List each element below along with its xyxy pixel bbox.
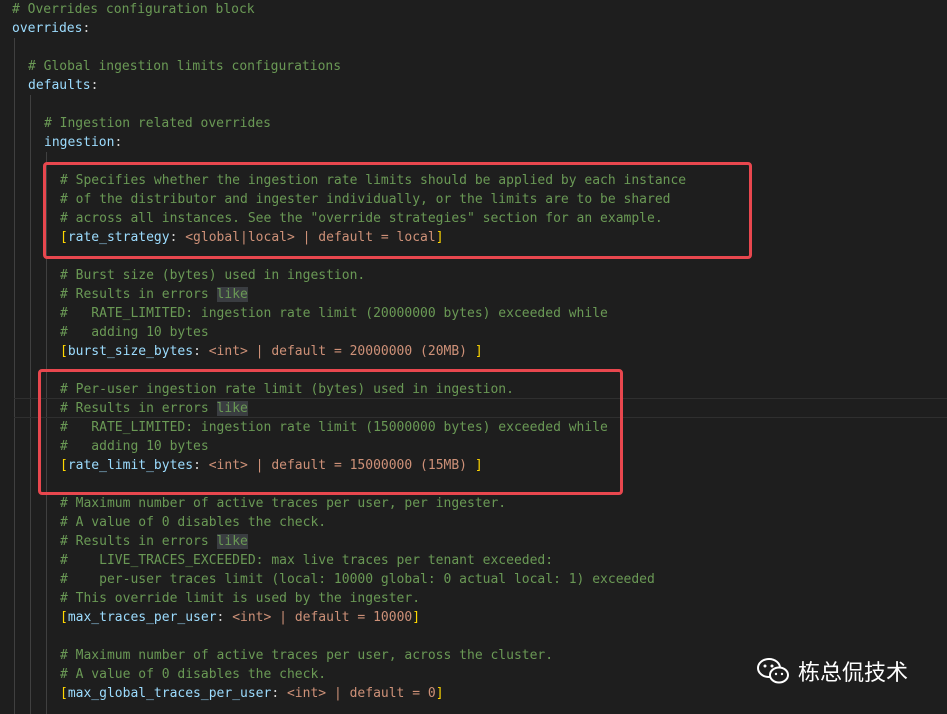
comment: # per-user traces limit (local: 10000 gl… bbox=[60, 572, 655, 587]
code-line: # RATE_LIMITED: ingestion rate limit (20… bbox=[60, 304, 608, 323]
search-match: like bbox=[216, 287, 248, 302]
colon: : bbox=[90, 78, 99, 93]
code-line: # Burst size (bytes) used in ingestion. bbox=[60, 266, 365, 285]
code-line: # Maximum number of active traces per us… bbox=[60, 494, 506, 513]
highlight-box-rate-strategy bbox=[43, 162, 752, 259]
yaml-key: burst_size_bytes bbox=[67, 344, 194, 359]
bracket: ] bbox=[435, 686, 444, 701]
yaml-key: max_global_traces_per_user bbox=[67, 686, 272, 701]
yaml-key: ingestion bbox=[44, 135, 115, 150]
yaml-value: <int> | default = 10000 bbox=[232, 610, 413, 625]
comment: # A value of 0 disables the check. bbox=[60, 515, 327, 530]
comment: # RATE_LIMITED: ingestion rate limit (20… bbox=[60, 306, 608, 321]
bracket: ] bbox=[412, 610, 421, 625]
code-line: # Ingestion related overrides bbox=[44, 114, 271, 133]
yaml-value: <int> | default = 20000000 (20MB) bbox=[208, 344, 475, 359]
bracket: ] bbox=[474, 344, 483, 359]
yaml-key: overrides bbox=[12, 21, 83, 36]
comment: # Global ingestion limits configurations bbox=[28, 59, 342, 74]
search-match: like bbox=[216, 534, 248, 549]
comment: # Maximum number of active traces per us… bbox=[60, 496, 507, 511]
code-line: # A value of 0 disables the check. bbox=[60, 513, 326, 532]
bracket: [ bbox=[60, 344, 68, 359]
code-line: # Overrides configuration block bbox=[12, 0, 255, 19]
colon: : bbox=[216, 610, 233, 625]
code-line: [max_traces_per_user: <int> | default = … bbox=[60, 608, 420, 627]
comment: # Burst size (bytes) used in ingestion. bbox=[60, 268, 366, 283]
colon: : bbox=[82, 21, 91, 36]
comment: # Ingestion related overrides bbox=[44, 116, 271, 131]
code-line: # LIVE_TRACES_EXCEEDED: max live traces … bbox=[60, 551, 553, 570]
code-editor[interactable]: # Overrides configuration block override… bbox=[0, 0, 947, 714]
comment: # Maximum number of active traces per us… bbox=[60, 648, 554, 663]
watermark-text: 栋总侃技术 bbox=[798, 661, 909, 686]
code-line: overrides: bbox=[12, 19, 90, 38]
code-line: # adding 10 bytes bbox=[60, 323, 209, 342]
wechat-icon bbox=[757, 658, 789, 684]
comment: # Results in errors bbox=[60, 534, 217, 549]
bracket: [ bbox=[60, 610, 68, 625]
yaml-value: <int> | default = 0 bbox=[286, 686, 436, 701]
yaml-key: defaults bbox=[28, 78, 91, 93]
code-line: # Results in errors like bbox=[60, 285, 248, 304]
highlight-box-rate-limit-bytes bbox=[38, 369, 623, 495]
comment: # This override limit is used by the ing… bbox=[60, 591, 421, 606]
code-line: # Results in errors like bbox=[60, 532, 248, 551]
watermark: 栋总侃技术 bbox=[756, 652, 908, 690]
indent-guide bbox=[14, 38, 15, 714]
comment: # Overrides configuration block bbox=[12, 2, 255, 17]
code-line: # per-user traces limit (local: 10000 gl… bbox=[60, 570, 655, 589]
code-line: # This override limit is used by the ing… bbox=[60, 589, 420, 608]
comment: # LIVE_TRACES_EXCEEDED: max live traces … bbox=[60, 553, 554, 568]
code-line: [max_global_traces_per_user: <int> | def… bbox=[60, 684, 444, 703]
colon: : bbox=[271, 686, 287, 701]
code-line: # A value of 0 disables the check. bbox=[60, 665, 326, 684]
code-line: # Global ingestion limits configurations bbox=[28, 57, 341, 76]
code-line: ingestion: bbox=[44, 133, 122, 152]
colon: : bbox=[193, 344, 209, 359]
comment: # adding 10 bytes bbox=[60, 325, 209, 340]
comment: # A value of 0 disables the check. bbox=[60, 667, 327, 682]
yaml-key: max_traces_per_user bbox=[67, 610, 217, 625]
bracket: [ bbox=[60, 686, 68, 701]
code-line: # Maximum number of active traces per us… bbox=[60, 646, 553, 665]
comment: # Results in errors bbox=[60, 287, 217, 302]
colon: : bbox=[114, 135, 123, 150]
code-line: defaults: bbox=[28, 76, 98, 95]
code-line: [burst_size_bytes: <int> | default = 200… bbox=[60, 342, 483, 361]
